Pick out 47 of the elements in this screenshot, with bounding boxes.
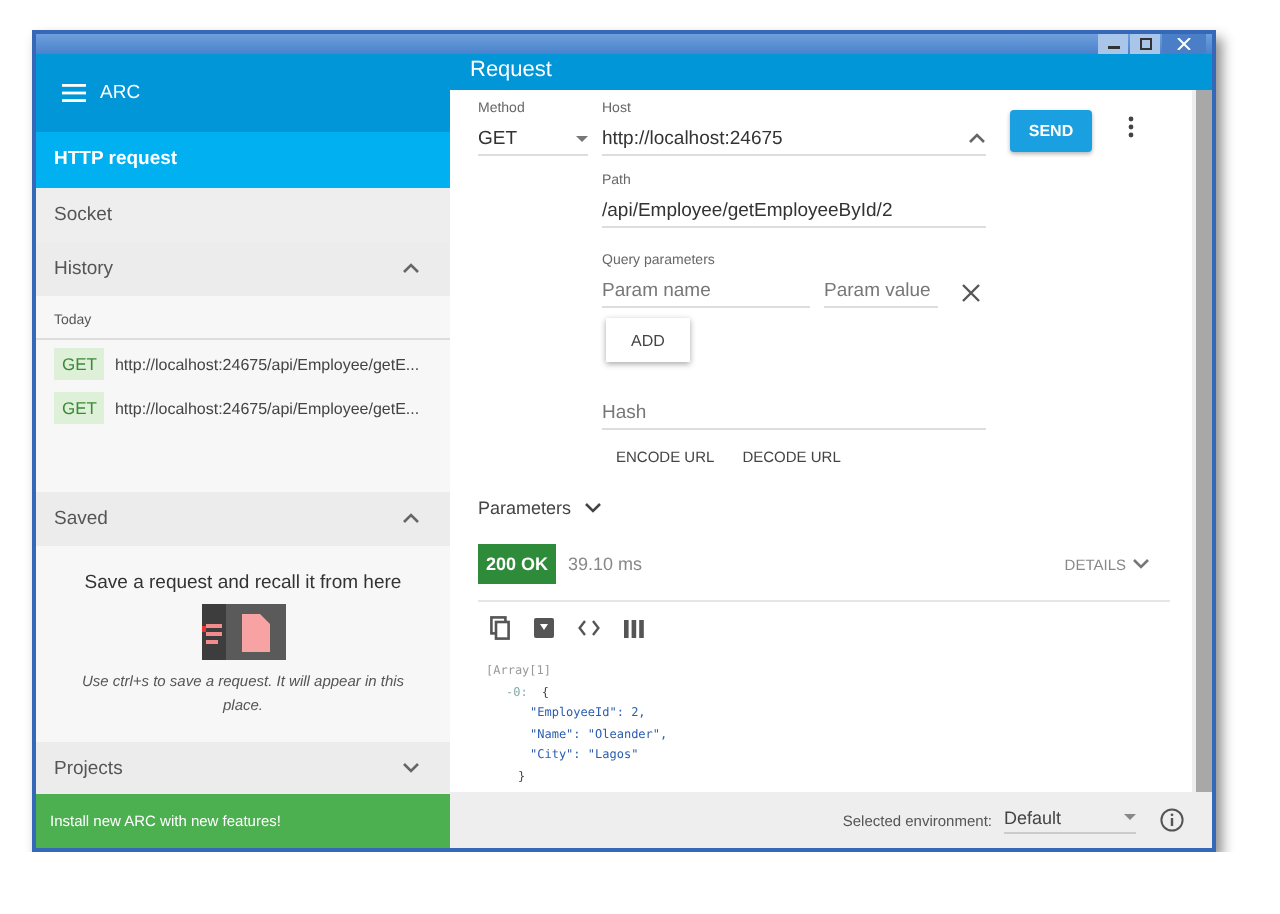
dropdown-arrow-icon (1124, 814, 1136, 820)
field-value: GET (478, 127, 518, 149)
field-value: http://localhost:24675 (602, 127, 783, 149)
section-title: Projects (54, 757, 123, 780)
parameters-toggle[interactable]: Parameters (478, 498, 602, 518)
dropdown-arrow-icon (576, 135, 588, 141)
method-badge: GET (54, 392, 105, 425)
empty-message: Save a request and recall it from here (84, 571, 402, 594)
code-icon (578, 620, 600, 636)
method-badge: GET (54, 348, 105, 381)
section-title: Saved (54, 507, 108, 530)
environment-value: Default (1004, 807, 1062, 827)
status-badge: 200 OK (478, 544, 557, 584)
close-icon (1176, 38, 1192, 50)
more-icon (1128, 116, 1134, 138)
close-button[interactable] (1162, 34, 1206, 54)
page-title: Request (470, 58, 552, 82)
save-icon (534, 618, 554, 638)
columns-icon (624, 619, 644, 637)
close-icon (962, 283, 980, 301)
document-drawing (201, 603, 285, 660)
history-item[interactable]: GET http://localhost:24675/api/Employee/getE... (36, 383, 450, 428)
chevron-up-icon (968, 132, 986, 144)
menu-icon (62, 84, 86, 102)
response-time: 39.10 ms (568, 554, 643, 574)
history-url: http://localhost:24675/api/Employee/getE... (114, 355, 420, 374)
environment-dropdown[interactable]: Default (1004, 807, 1136, 833)
param-name-field[interactable]: Param name (602, 276, 810, 308)
section-header[interactable]: Saved (36, 491, 450, 546)
minimize-button[interactable] (1098, 34, 1128, 54)
scrollbar[interactable] (1192, 90, 1212, 792)
maximize-button[interactable] (1130, 34, 1160, 54)
info-icon (1160, 808, 1184, 832)
param-value-field[interactable]: Param value (824, 276, 938, 308)
section-title: Parameters (478, 498, 572, 518)
sidebar-item[interactable]: Socket (36, 187, 450, 242)
section-title: History (54, 257, 114, 280)
history-url: http://localhost:24675/api/Employee/getE... (114, 399, 420, 418)
hash-field[interactable]: Hash (602, 398, 986, 430)
field-value: /api/Employee/getEmployeeById/2 (602, 199, 893, 221)
section-header[interactable]: Projects (36, 742, 450, 795)
app-title: ARC (100, 82, 141, 104)
history-item[interactable]: GET http://localhost:24675/api/Employee/getE... (36, 339, 450, 384)
maximize-icon (1137, 38, 1153, 50)
add-button[interactable]: ADD (606, 318, 690, 362)
copy-icon (490, 616, 510, 640)
section-header[interactable]: History (36, 241, 450, 296)
